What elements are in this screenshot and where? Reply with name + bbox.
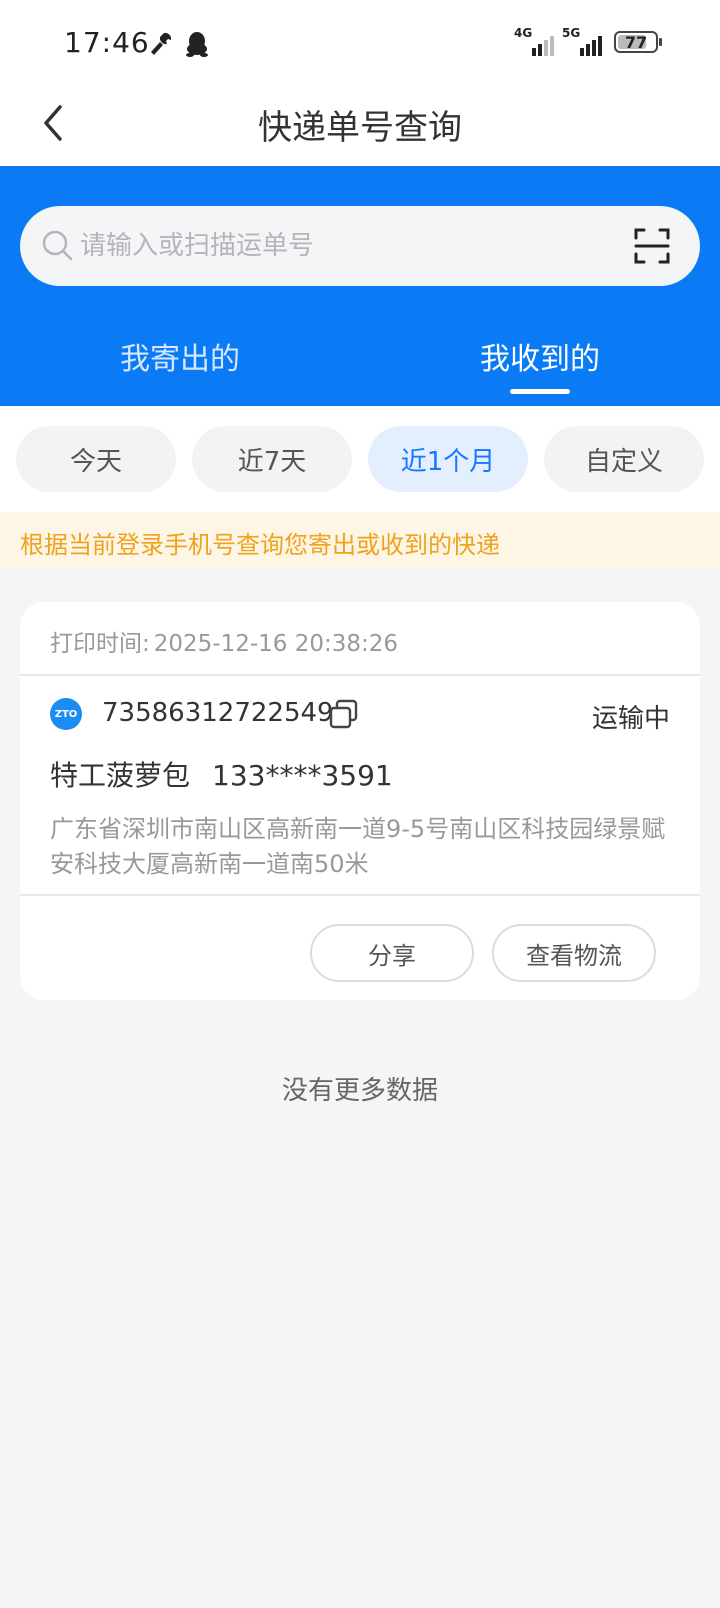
scan-button[interactable] xyxy=(632,226,672,266)
search-input[interactable] xyxy=(80,222,620,270)
share-button[interactable]: 分享 xyxy=(310,924,474,982)
recipient-name: 特工菠萝包 xyxy=(50,759,191,792)
shipment-card[interactable]: 打印时间: 2025-12-16 20:38:26 ZTO 73586312722… xyxy=(20,602,700,1000)
tab-received[interactable]: 我收到的 xyxy=(360,306,720,406)
scan-icon xyxy=(634,228,670,264)
battery-icon: 77 xyxy=(614,31,662,53)
nav-bar: 快递单号查询 xyxy=(0,88,720,166)
recipient-phone: 133****3591 xyxy=(212,759,393,792)
battery-level: 77 xyxy=(624,32,648,52)
tab-received-label: 我收到的 xyxy=(480,342,600,377)
header-panel: 我寄出的 我收到的 xyxy=(0,166,720,406)
tab-sent-label: 我寄出的 xyxy=(120,342,240,377)
divider xyxy=(20,674,700,676)
date-filter-row: 今天 近7天 近1个月 自定义 xyxy=(0,406,720,512)
filter-custom[interactable]: 自定义 xyxy=(544,426,704,492)
search-bar[interactable] xyxy=(20,206,700,286)
notice-banner: 根据当前登录手机号查询您寄出或收到的快递 xyxy=(0,512,720,568)
print-time: 打印时间: 2025-12-16 20:38:26 xyxy=(50,624,398,658)
tool-icon xyxy=(148,30,174,62)
recipient: 特工菠萝包 133****3591 xyxy=(50,754,393,794)
filter-today[interactable]: 今天 xyxy=(16,426,176,492)
address: 广东省深圳市南山区高新南一道9-5号南山区科技园绿景赋安科技大厦高新南一道南50… xyxy=(50,815,666,878)
copy-icon xyxy=(329,699,358,729)
status-bar: 17:46 4G 5G 77 xyxy=(0,0,720,88)
print-time-value: 2025-12-16 20:38:26 xyxy=(153,631,399,657)
status-time: 17:46 xyxy=(64,26,150,59)
filter-1-month[interactable]: 近1个月 xyxy=(368,426,528,492)
network-5g-icon: 5G xyxy=(562,26,602,56)
tab-sent[interactable]: 我寄出的 xyxy=(0,306,360,406)
view-logistics-button[interactable]: 查看物流 xyxy=(492,924,656,982)
filter-7-days[interactable]: 近7天 xyxy=(192,426,352,492)
search-icon xyxy=(42,230,73,261)
network-4g-icon: 4G xyxy=(514,26,554,56)
no-more-data: 没有更多数据 xyxy=(281,1076,438,1106)
tab-indicator xyxy=(510,389,570,394)
page-title: 快递单号查询 xyxy=(258,108,462,148)
copy-button[interactable] xyxy=(328,698,360,730)
divider xyxy=(20,894,700,896)
shipment-status: 运输中 xyxy=(591,704,670,734)
carrier-logo: ZTO xyxy=(50,698,82,730)
qq-penguin-icon xyxy=(184,30,210,62)
print-time-label: 打印时间: xyxy=(50,631,150,657)
tab-bar: 我寄出的 我收到的 xyxy=(0,306,720,406)
tracking-number: 73586312722549 xyxy=(102,698,334,728)
